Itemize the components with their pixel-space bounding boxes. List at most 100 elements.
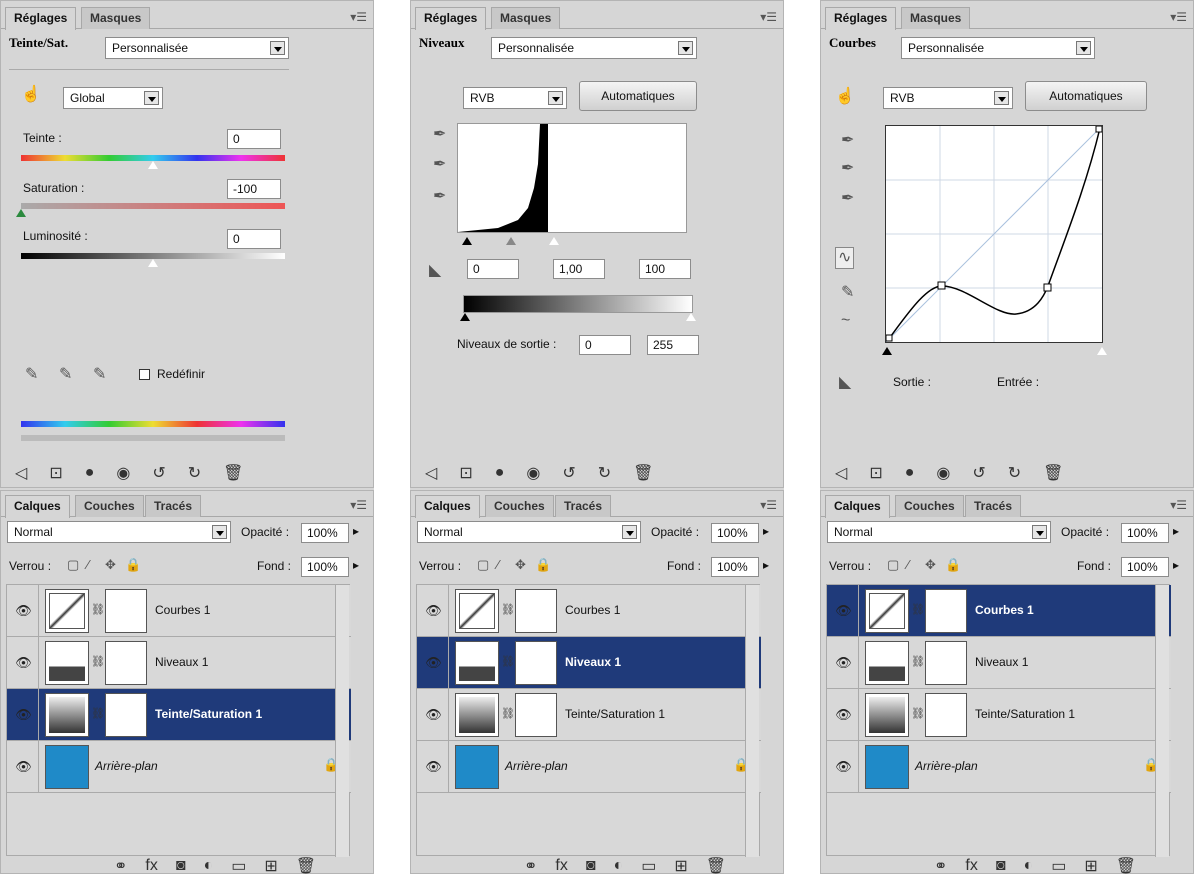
expand-icon[interactable]: ⊡ (459, 463, 472, 483)
trash-icon[interactable]: 🗑 (1116, 856, 1136, 874)
new-layer-icon[interactable]: ⊞ (674, 856, 687, 874)
tab-couches[interactable]: Couches (895, 495, 964, 517)
lock-move-icon[interactable]: ✥ (105, 557, 116, 573)
input-white-handle[interactable] (1097, 347, 1107, 355)
adjustment-layer-icon[interactable]: ◐ (204, 857, 214, 874)
fill-input[interactable]: 100% (1121, 557, 1169, 577)
layer-courbes[interactable]: 👁 ⛓ Courbes 1 (7, 585, 351, 637)
back-icon[interactable]: ◁ (425, 463, 437, 483)
input-black-handle[interactable] (882, 347, 892, 355)
scrollbar[interactable] (1155, 585, 1169, 857)
hand-adjust-icon[interactable]: ☝ (21, 87, 41, 103)
trash-icon[interactable]: 🗑 (1043, 463, 1063, 483)
opacity-input[interactable]: 100% (301, 523, 349, 543)
visibility-eye-icon[interactable]: 👁 (419, 585, 449, 637)
visibility-eye-icon[interactable]: 👁 (9, 689, 39, 741)
new-group-icon[interactable]: ▭ (231, 856, 246, 874)
auto-button[interactable]: Automatiques (1025, 81, 1147, 111)
opacity-input[interactable]: 100% (1121, 523, 1169, 543)
tab-couches[interactable]: Couches (485, 495, 554, 517)
preset-select[interactable]: Personnalisée (105, 37, 289, 59)
tab-calques[interactable]: Calques (825, 495, 890, 518)
tab-masques[interactable]: Masques (491, 7, 561, 29)
tab-masques[interactable]: Masques (901, 7, 971, 29)
reset-icon[interactable]: ↻ (1008, 463, 1021, 483)
blend-mode-select[interactable]: Normal (7, 521, 231, 543)
lock-pixels-icon[interactable]: ▢ (67, 557, 79, 573)
layer-arriere-plan[interactable]: 👁 Arrière-plan 🔒 (417, 741, 761, 793)
output-black-handle[interactable] (460, 313, 470, 321)
fx-icon[interactable]: fx (965, 857, 977, 874)
visibility-eye-icon[interactable]: ◉ (936, 463, 950, 483)
scrollbar[interactable] (745, 585, 759, 857)
saturation-slider[interactable] (21, 203, 285, 209)
visibility-eye-icon[interactable]: 👁 (419, 689, 449, 741)
reset-icon[interactable]: ↻ (598, 463, 611, 483)
tab-reglages[interactable]: Réglages (5, 7, 77, 30)
new-layer-icon[interactable]: ⊞ (264, 856, 277, 874)
tab-couches[interactable]: Couches (75, 495, 144, 517)
trash-icon[interactable]: 🗑 (706, 856, 726, 874)
add-mask-icon[interactable]: ◙ (586, 857, 596, 874)
blend-mode-select[interactable]: Normal (827, 521, 1051, 543)
layer-courbes[interactable]: 👁 ⛓ Courbes 1 (417, 585, 761, 637)
eyedropper-minus-icon[interactable]: ✎ (93, 367, 106, 383)
eyedropper-black-icon[interactable]: ✒ (841, 133, 854, 149)
output-white-handle[interactable] (686, 313, 696, 321)
layer-teinte-saturation[interactable]: 👁 ⛓ Teinte/Saturation 1 (417, 689, 761, 741)
input-black-field[interactable]: 0 (467, 259, 519, 279)
sortie-black-field[interactable]: 0 (579, 335, 631, 355)
view-previous-icon[interactable]: ↺ (972, 463, 985, 483)
visibility-eye-icon[interactable]: 👁 (9, 637, 39, 689)
layer-mask-thumb[interactable] (515, 693, 557, 737)
layer-mask-thumb[interactable] (925, 589, 967, 633)
visibility-eye-icon[interactable]: 👁 (9, 741, 39, 793)
visibility-eye-icon[interactable]: ◉ (526, 463, 540, 483)
fill-arrow-icon[interactable]: ▸ (763, 558, 769, 572)
adjustment-layer-icon[interactable]: ◐ (1024, 857, 1034, 874)
teinte-input[interactable]: 0 (227, 129, 281, 149)
hand-adjust-icon[interactable]: ☝ (835, 89, 855, 105)
tab-calques[interactable]: Calques (415, 495, 480, 518)
luminosite-input[interactable]: 0 (227, 229, 281, 249)
tab-traces[interactable]: Tracés (145, 495, 202, 517)
tab-calques[interactable]: Calques (5, 495, 70, 518)
scrollbar[interactable] (335, 585, 349, 857)
layer-mask-thumb[interactable] (105, 693, 147, 737)
reset-icon[interactable]: ↻ (188, 463, 201, 483)
teinte-handle[interactable] (148, 161, 158, 169)
opacity-arrow-icon[interactable]: ▸ (353, 524, 359, 538)
visibility-eye-icon[interactable]: ◉ (116, 463, 130, 483)
auto-button[interactable]: Automatiques (579, 81, 697, 111)
layer-arriere-plan[interactable]: 👁 Arrière-plan 🔒 (7, 741, 351, 793)
tab-traces[interactable]: Tracés (555, 495, 612, 517)
saturation-handle[interactable] (16, 209, 26, 217)
link-layers-icon[interactable]: ⚭ (934, 856, 947, 874)
input-white-handle[interactable] (549, 237, 559, 245)
fill-arrow-icon[interactable]: ▸ (353, 558, 359, 572)
panel-menu-icon[interactable]: ▾☰ (1170, 498, 1187, 512)
view-previous-icon[interactable]: ↺ (152, 463, 165, 483)
eyedropper-white-icon[interactable]: ✒ (433, 189, 446, 205)
layer-mask-thumb[interactable] (515, 641, 557, 685)
input-black-handle[interactable] (462, 237, 472, 245)
opacity-input[interactable]: 100% (711, 523, 759, 543)
back-icon[interactable]: ◁ (15, 463, 27, 483)
preset-select[interactable]: Personnalisée (901, 37, 1095, 59)
view-previous-icon[interactable]: ↺ (562, 463, 575, 483)
adjustment-layer-icon[interactable]: ◐ (614, 857, 624, 874)
lock-all-icon[interactable]: 🔒 (945, 557, 961, 573)
eyedropper-gray-icon[interactable]: ✒ (841, 161, 854, 177)
fill-input[interactable]: 100% (711, 557, 759, 577)
clip-icon[interactable]: ● (85, 464, 95, 482)
add-mask-icon[interactable]: ◙ (996, 857, 1006, 874)
lock-brush-icon[interactable]: ⁄ (907, 557, 909, 573)
panel-menu-icon[interactable]: ▾☰ (760, 498, 777, 512)
lock-all-icon[interactable]: 🔒 (535, 557, 551, 573)
layer-mask-thumb[interactable] (925, 641, 967, 685)
tab-masques[interactable]: Masques (81, 7, 151, 29)
sortie-white-field[interactable]: 255 (647, 335, 699, 355)
clip-icon[interactable]: ● (495, 464, 505, 482)
layer-mask-thumb[interactable] (105, 589, 147, 633)
pencil-icon[interactable]: ✎ (841, 285, 854, 301)
